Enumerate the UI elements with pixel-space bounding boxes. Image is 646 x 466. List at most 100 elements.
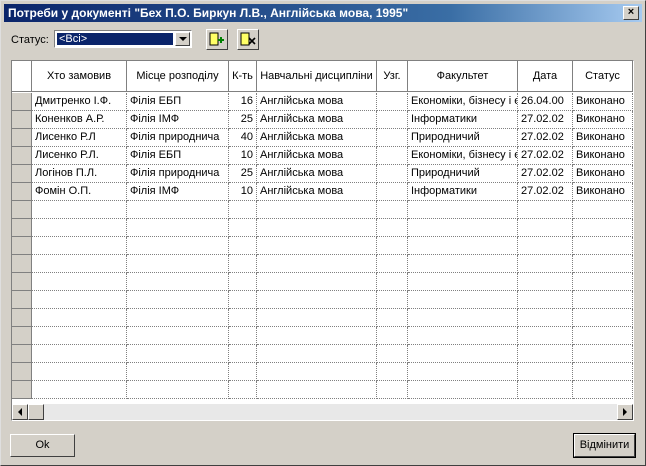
header-who[interactable]: Хто замовив <box>32 61 127 92</box>
chevron-down-icon[interactable] <box>175 32 190 46</box>
cell-qty[interactable]: 10 <box>229 147 257 165</box>
cell-status[interactable]: Виконано <box>573 93 633 111</box>
cell-fac[interactable]: Інформатики <box>408 111 518 129</box>
cell-disc[interactable] <box>257 291 377 309</box>
row-indicator[interactable] <box>12 147 32 165</box>
cell-date[interactable] <box>518 255 573 273</box>
delete-record-button[interactable] <box>237 29 259 50</box>
cell-fac[interactable] <box>408 345 518 363</box>
cell-fac[interactable] <box>408 309 518 327</box>
cell-status[interactable] <box>573 291 633 309</box>
table-row[interactable]: Фомін О.П. Філія ІМФ 10 Англійська мова Інфо… <box>12 183 633 201</box>
cell-status[interactable] <box>573 273 633 291</box>
horizontal-scrollbar[interactable] <box>12 404 633 420</box>
cell-status[interactable] <box>573 255 633 273</box>
cell-date[interactable]: 27.02.02 <box>518 183 573 201</box>
cell-who[interactable] <box>32 309 127 327</box>
row-indicator[interactable] <box>12 363 32 381</box>
row-indicator[interactable] <box>12 273 32 291</box>
cell-date[interactable] <box>518 381 573 399</box>
cell-disc[interactable]: Англійська мова <box>257 111 377 129</box>
empty-table-row[interactable] <box>12 363 633 381</box>
cell-place[interactable] <box>127 237 229 255</box>
cell-fac[interactable] <box>408 273 518 291</box>
cell-disc[interactable]: Англійська мова <box>257 183 377 201</box>
cell-agr[interactable] <box>377 255 408 273</box>
cell-status[interactable] <box>573 219 633 237</box>
cell-agr[interactable] <box>377 309 408 327</box>
cell-fac[interactable] <box>408 219 518 237</box>
cell-place[interactable] <box>127 381 229 399</box>
cell-qty[interactable]: 16 <box>229 93 257 111</box>
cell-status[interactable] <box>573 345 633 363</box>
cell-who[interactable] <box>32 345 127 363</box>
cell-place[interactable]: Філія ІМФ <box>127 111 229 129</box>
cell-status[interactable]: Виконано <box>573 147 633 165</box>
cell-date[interactable] <box>518 327 573 345</box>
cell-place[interactable] <box>127 291 229 309</box>
cell-qty[interactable] <box>229 291 257 309</box>
header-faculty[interactable]: Факультет <box>408 61 518 92</box>
add-record-button[interactable] <box>206 29 228 50</box>
needs-table[interactable]: Хто замовив Місце розподілу К-ть Навчаль… <box>11 60 634 421</box>
row-indicator[interactable] <box>12 237 32 255</box>
cell-fac[interactable] <box>408 255 518 273</box>
cell-place[interactable] <box>127 345 229 363</box>
cell-agr[interactable] <box>377 93 408 111</box>
cell-qty[interactable] <box>229 309 257 327</box>
cell-place[interactable]: Філія ЕБП <box>127 147 229 165</box>
row-indicator[interactable] <box>12 327 32 345</box>
cell-agr[interactable] <box>377 291 408 309</box>
cell-who[interactable]: Фомін О.П. <box>32 183 127 201</box>
close-icon[interactable]: × <box>623 6 639 20</box>
cell-date[interactable] <box>518 363 573 381</box>
table-row[interactable]: Коненков А.Р. Філія ІМФ 25 Англійська мова І… <box>12 111 633 129</box>
row-indicator[interactable] <box>12 183 32 201</box>
empty-table-row[interactable] <box>12 309 633 327</box>
header-agreed[interactable]: Узг. <box>377 61 408 92</box>
empty-table-row[interactable] <box>12 381 633 399</box>
cell-place[interactable] <box>127 273 229 291</box>
cell-who[interactable] <box>32 291 127 309</box>
cell-agr[interactable] <box>377 363 408 381</box>
row-indicator[interactable] <box>12 165 32 183</box>
status-select[interactable]: <Всі> <box>54 30 192 48</box>
cancel-button[interactable]: Відмінити <box>573 433 636 458</box>
empty-table-row[interactable] <box>12 255 633 273</box>
cell-qty[interactable]: 40 <box>229 129 257 147</box>
cell-who[interactable] <box>32 219 127 237</box>
cell-qty[interactable] <box>229 237 257 255</box>
cell-date[interactable] <box>518 345 573 363</box>
cell-agr[interactable] <box>377 381 408 399</box>
cell-agr[interactable] <box>377 327 408 345</box>
header-place[interactable]: Місце розподілу <box>127 61 229 92</box>
table-row[interactable]: Дмитренко І.Ф. Філія ЕБП 16 Англійська мова… <box>12 93 633 111</box>
cell-qty[interactable] <box>229 381 257 399</box>
empty-table-row[interactable] <box>12 291 633 309</box>
cell-place[interactable] <box>127 201 229 219</box>
cell-status[interactable]: Виконано <box>573 129 633 147</box>
cell-who[interactable] <box>32 363 127 381</box>
cell-status[interactable] <box>573 327 633 345</box>
cell-qty[interactable]: 25 <box>229 111 257 129</box>
cell-place[interactable]: Філія природнича <box>127 165 229 183</box>
cell-qty[interactable]: 25 <box>229 165 257 183</box>
cell-who[interactable] <box>32 201 127 219</box>
cell-date[interactable] <box>518 219 573 237</box>
cell-status[interactable] <box>573 363 633 381</box>
row-indicator[interactable] <box>12 291 32 309</box>
cell-place[interactable] <box>127 219 229 237</box>
row-indicator[interactable] <box>12 309 32 327</box>
cell-disc[interactable] <box>257 237 377 255</box>
scroll-thumb[interactable] <box>28 404 44 420</box>
header-discipline[interactable]: Навчальні дисципліни <box>257 61 377 92</box>
cell-who[interactable]: Коненков А.Р. <box>32 111 127 129</box>
cell-agr[interactable] <box>377 111 408 129</box>
cell-place[interactable]: Філія ЕБП <box>127 93 229 111</box>
row-indicator[interactable] <box>12 93 32 111</box>
header-qty[interactable]: К-ть <box>229 61 257 92</box>
empty-table-row[interactable] <box>12 201 633 219</box>
cell-disc[interactable] <box>257 345 377 363</box>
cell-who[interactable]: Дмитренко І.Ф. <box>32 93 127 111</box>
cell-agr[interactable] <box>377 273 408 291</box>
